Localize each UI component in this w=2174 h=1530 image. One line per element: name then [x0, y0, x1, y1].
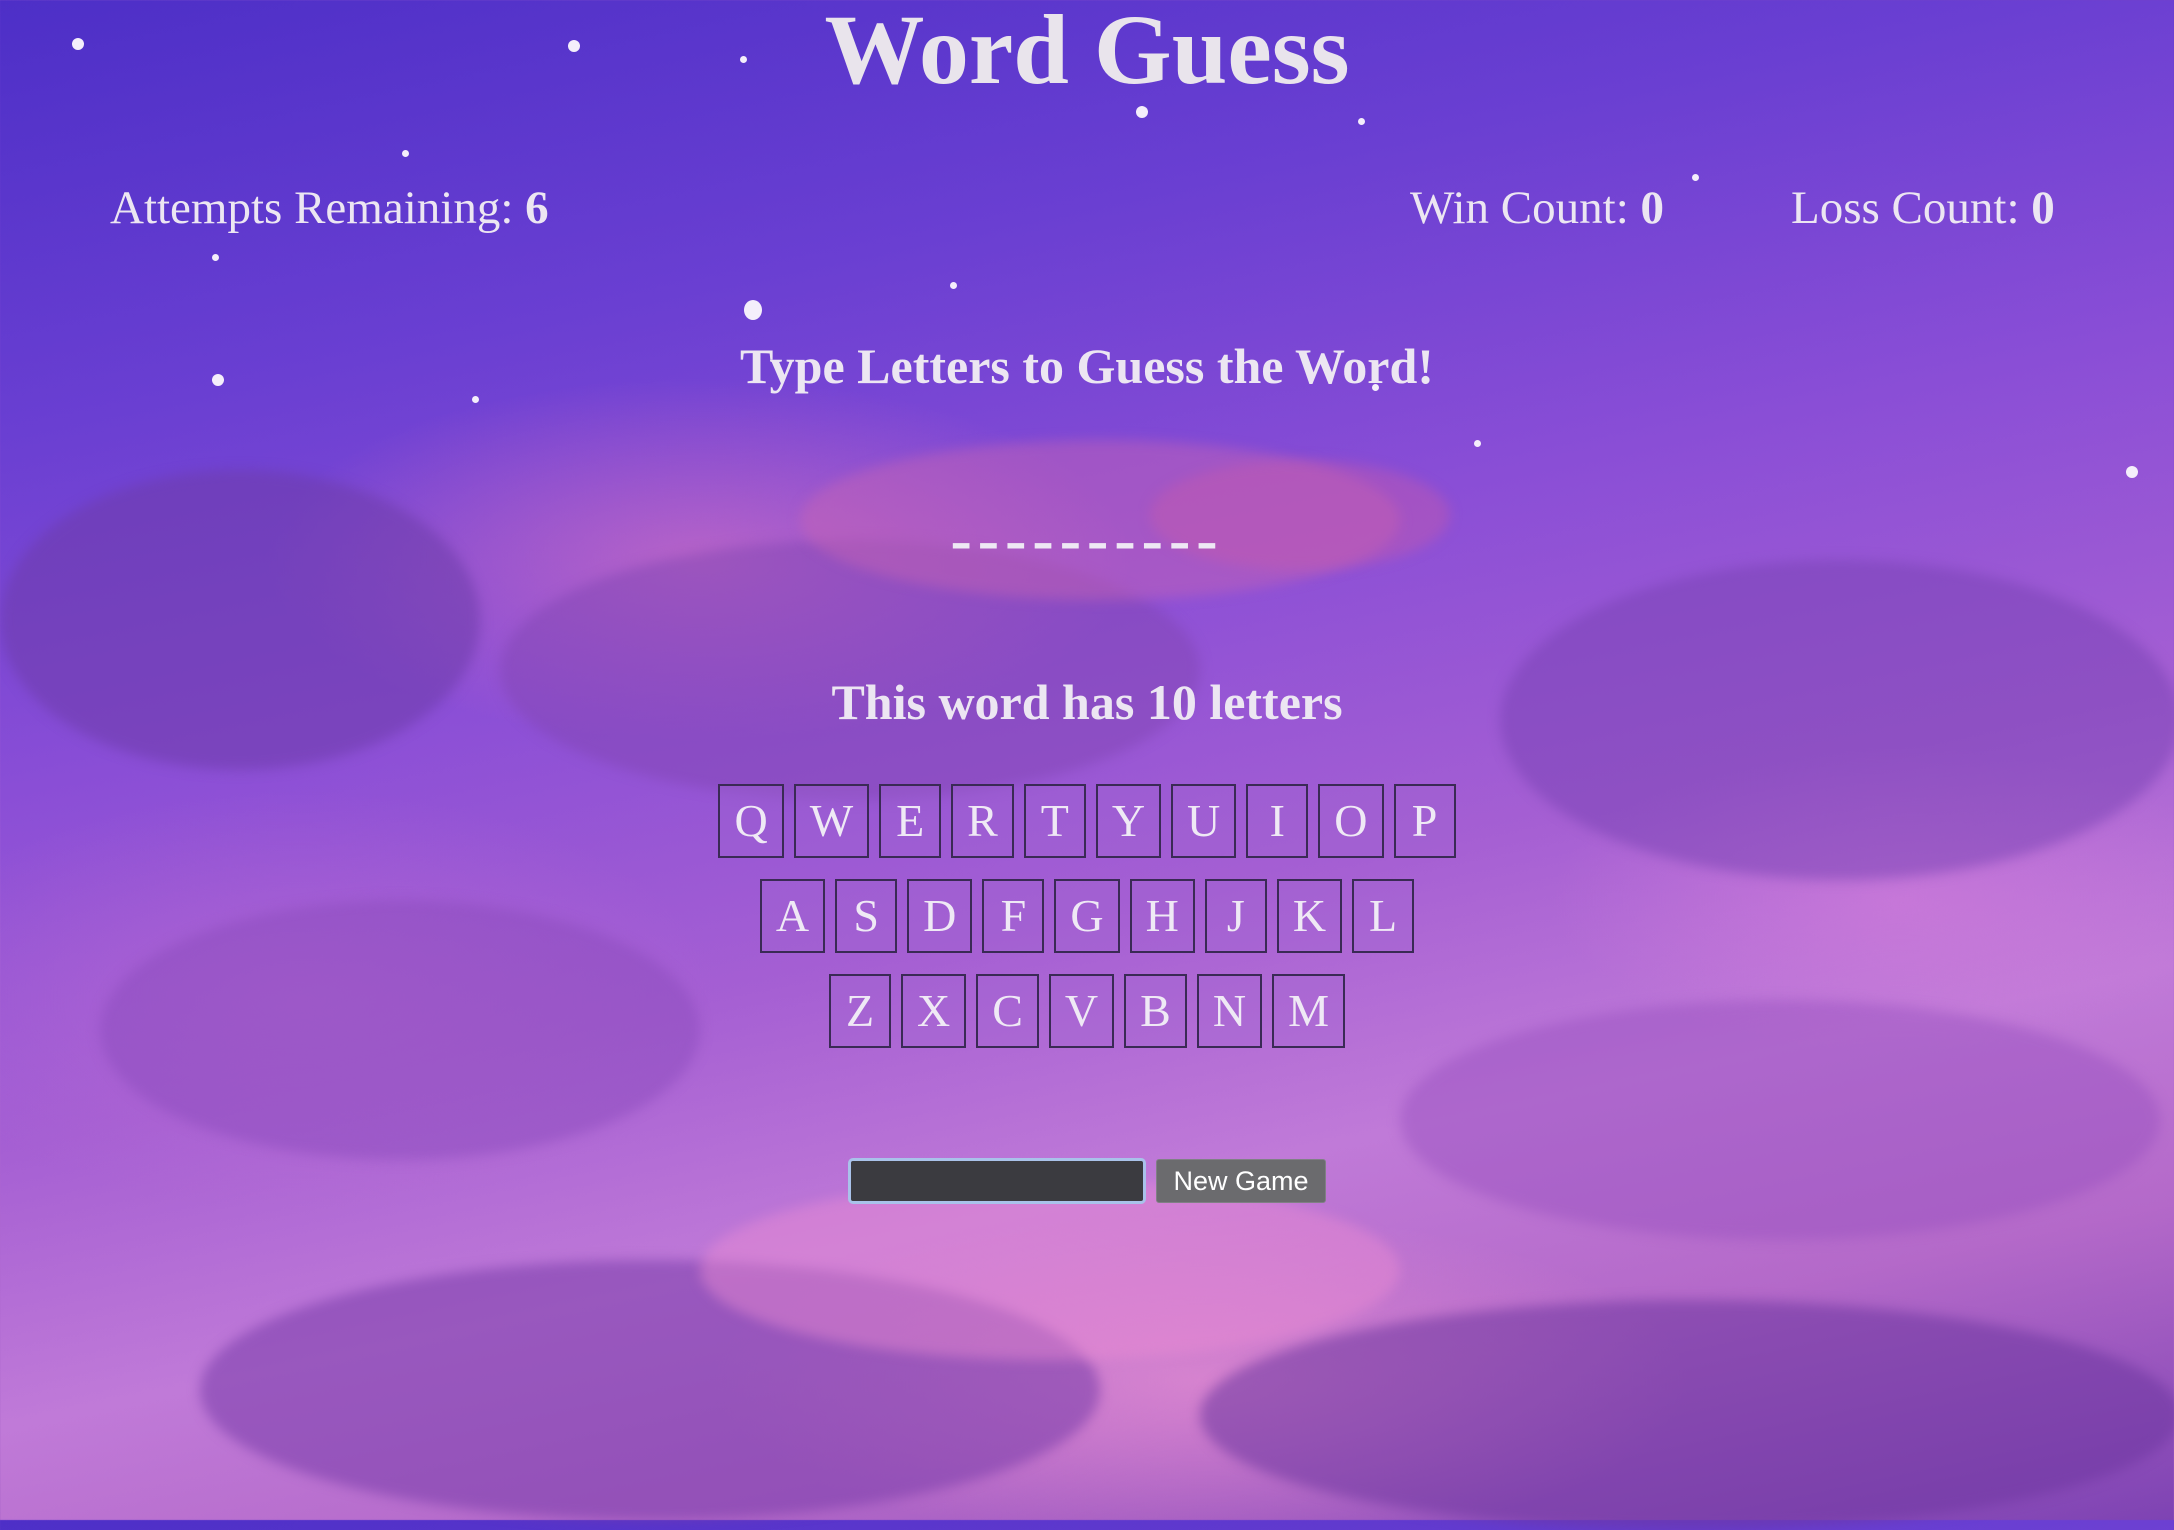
new-game-button[interactable]: New Game	[1156, 1159, 1326, 1203]
key-f[interactable]: F	[982, 879, 1045, 953]
key-i[interactable]: I	[1246, 784, 1309, 858]
key-l[interactable]: L	[1352, 879, 1415, 953]
loss-count: Loss Count: 0	[1791, 180, 2055, 236]
key-t[interactable]: T	[1023, 784, 1086, 858]
key-g[interactable]: G	[1054, 879, 1120, 953]
key-j[interactable]: J	[1204, 879, 1267, 953]
key-h[interactable]: H	[1129, 879, 1195, 953]
letter-count-text: This word has 10 letters	[831, 674, 1343, 730]
wins-value: 0	[1640, 182, 1665, 234]
game-title: Word Guess	[824, 0, 1350, 105]
attempts-remaining: Attempts Remaining: 6	[110, 180, 549, 236]
key-c[interactable]: C	[976, 974, 1039, 1048]
key-m[interactable]: M	[1272, 974, 1345, 1048]
wins-label: Win Count:	[1410, 182, 1641, 234]
key-n[interactable]: N	[1196, 974, 1263, 1048]
key-d[interactable]: D	[907, 879, 973, 953]
word-display: ----------	[950, 504, 1224, 575]
key-s[interactable]: S	[835, 879, 898, 953]
key-z[interactable]: Z	[829, 974, 891, 1048]
key-e[interactable]: E	[879, 784, 942, 858]
keyboard-row-2: A S D F G H J K L	[0, 879, 2174, 953]
keyboard-row-3: Z X C V B N M	[0, 974, 2174, 1048]
attempts-value: 6	[525, 182, 549, 234]
instruction-text: Type Letters to Guess the Word!	[740, 338, 1434, 394]
key-a[interactable]: A	[759, 879, 826, 953]
key-y[interactable]: Y	[1095, 784, 1162, 858]
key-r[interactable]: R	[951, 784, 1014, 858]
guess-input[interactable]	[848, 1158, 1147, 1204]
losses-label: Loss Count:	[1791, 182, 2032, 234]
key-x[interactable]: X	[901, 974, 967, 1048]
attempts-label: Attempts Remaining:	[110, 182, 526, 234]
letter-keyboard: Q W E R T Y U I O P A S D F G H J K L Z …	[0, 784, 2174, 1069]
key-o[interactable]: O	[1318, 784, 1384, 858]
key-v[interactable]: V	[1048, 974, 1115, 1048]
key-w[interactable]: W	[793, 784, 870, 858]
key-q[interactable]: Q	[718, 784, 784, 858]
key-u[interactable]: U	[1171, 784, 1237, 858]
game-controls: New Game	[0, 1158, 2174, 1204]
losses-value: 0	[2031, 182, 2055, 234]
key-p[interactable]: P	[1393, 784, 1456, 858]
key-b[interactable]: B	[1124, 974, 1187, 1048]
keyboard-row-1: Q W E R T Y U I O P	[0, 784, 2174, 858]
win-count: Win Count: 0	[1410, 180, 1664, 236]
key-k[interactable]: K	[1276, 879, 1343, 953]
